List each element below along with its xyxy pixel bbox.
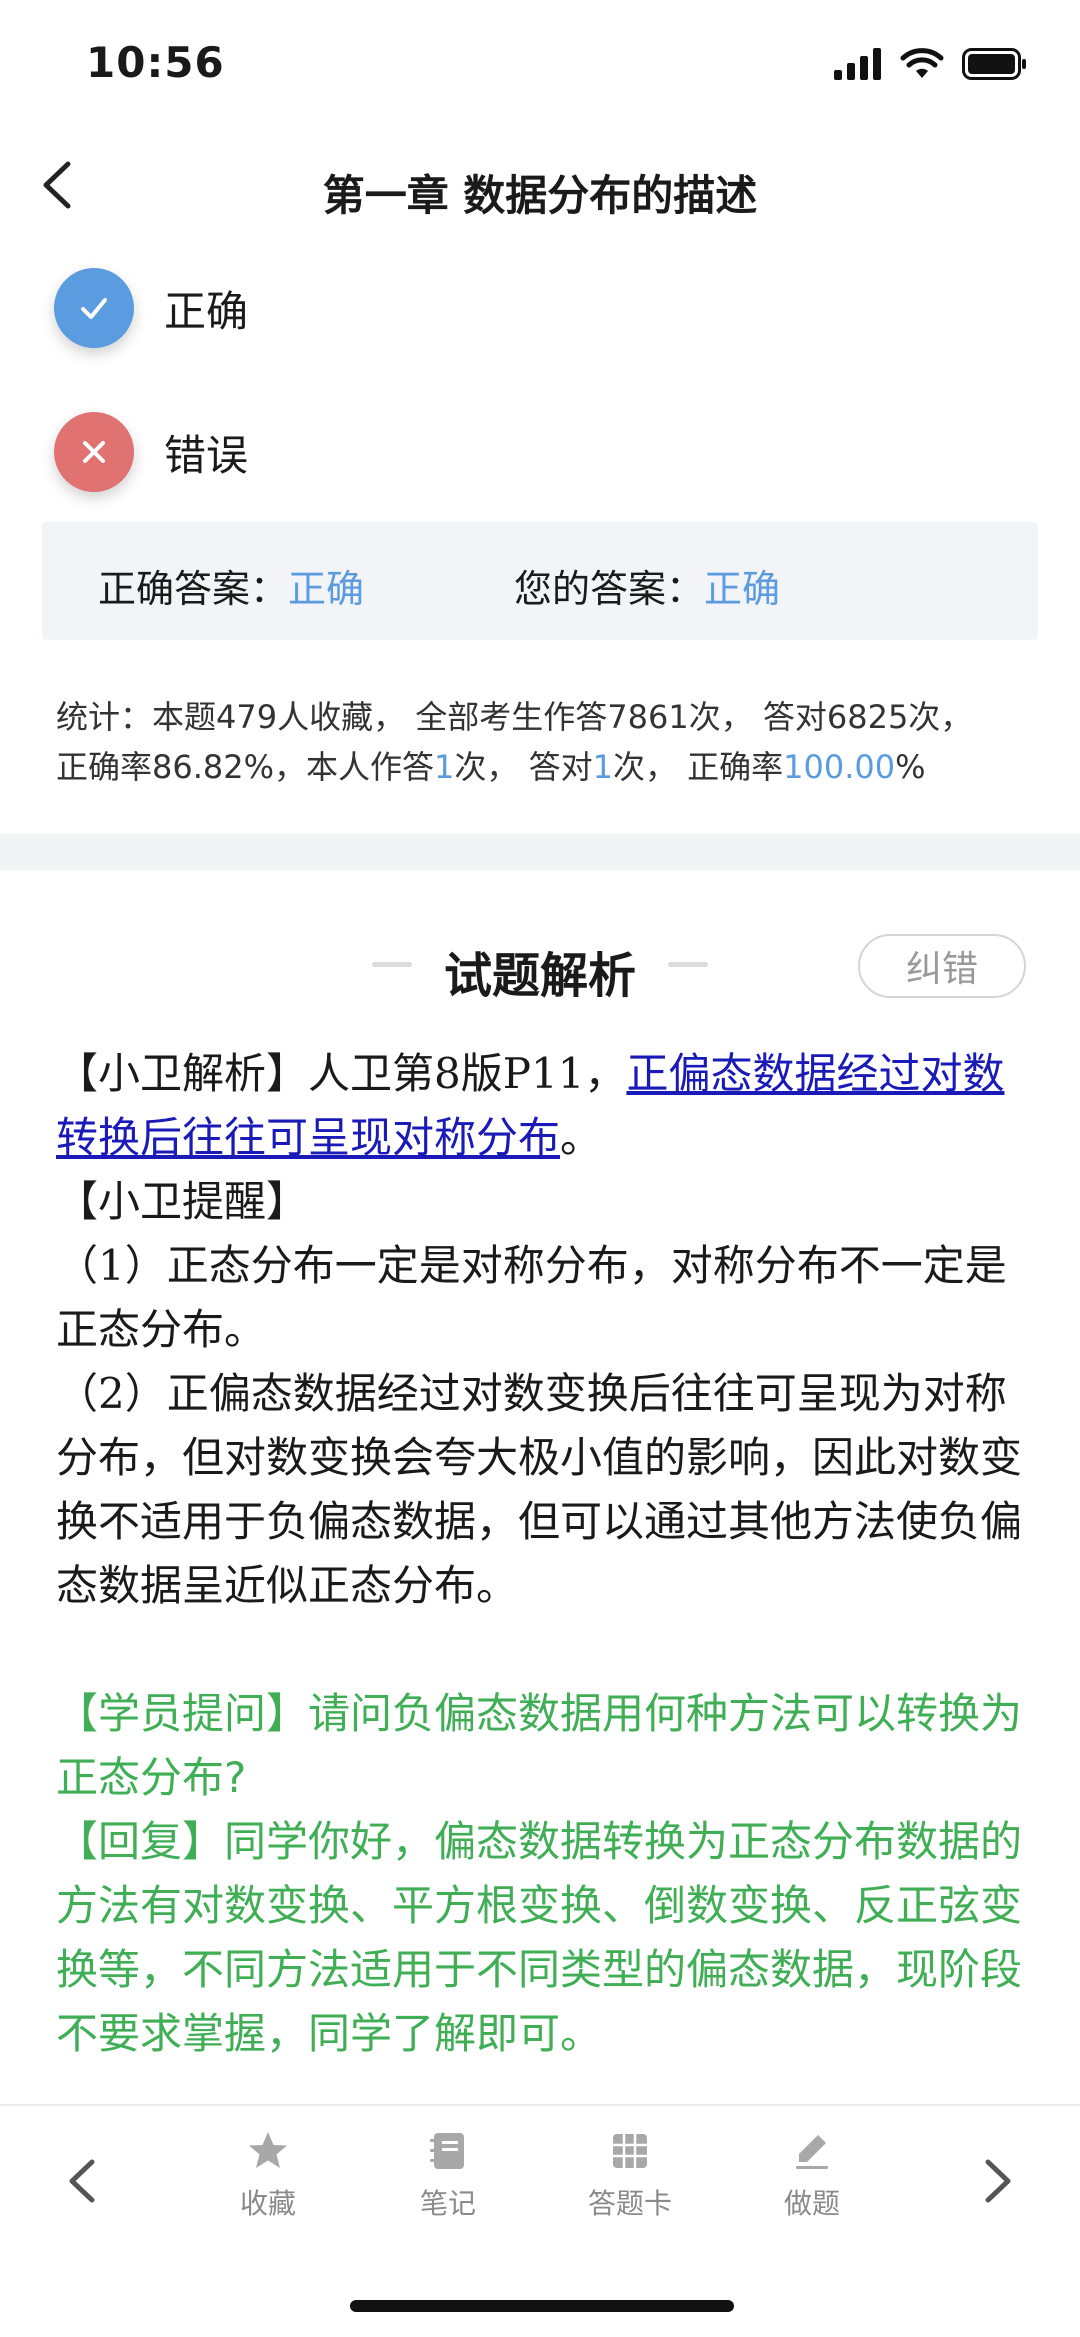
correct-answer-value: 正确 [288,567,365,611]
reminder-2: （2）正偏态数据经过对数变换后往往可呈现为对称分布，但对数变换会夸大极小值的影响… [56,1369,1023,1610]
title-dash-right [668,962,708,967]
stats-mid-1: 次， 答对 [454,748,593,786]
reminder-title: 【小卫提醒】 [56,1177,309,1226]
home-indicator [350,2300,734,2312]
wifi-icon [900,48,944,78]
stats-line-2: 正确率86.82%，本人作答1次， 答对1次， 正确率100.00% [56,742,1036,792]
option-correct[interactable]: 正确 [54,266,248,350]
chevron-right-icon [985,2159,1011,2203]
correct-answer: 正确答案：正确 [98,558,364,613]
my-attempts: 1 [434,748,455,786]
notebook-icon [378,2128,518,2174]
stats-mid-2: 次， 正确率 [612,748,784,786]
your-answer: 您的答案：正确 [514,558,780,613]
page-title: 第一章 数据分布的描述 [322,171,758,220]
x-circle-icon [54,412,134,492]
prev-question-button[interactable] [56,2146,116,2216]
grid-icon [560,2128,700,2174]
your-answer-label: 您的答案： [514,567,705,611]
pencil-icon [742,2128,882,2174]
tab-answer-sheet[interactable]: 答题卡 [560,2128,700,2222]
stats-suffix: % [895,748,926,786]
next-question-button[interactable] [966,2146,1026,2216]
tab-practice-label: 做题 [783,2187,840,2220]
chevron-left-icon [69,2159,95,2203]
answer-summary: 正确答案：正确 您的答案：正确 [42,522,1038,640]
analysis-suffix: 。 [560,1113,603,1162]
teacher-reply: 【回复】同学你好，偏态数据转换为正态分布数据的方法有对数变换、平方根变换、倒数变… [56,1817,1023,2058]
section-divider [0,834,1080,870]
tab-favorite[interactable]: 收藏 [198,2128,338,2222]
stats-rate-all: 正确率86.82%，本人作答 [56,748,435,786]
your-answer-value: 正确 [704,567,781,611]
analysis-prefix: 【小卫解析】人卫第8版P11， [56,1049,627,1098]
status-time: 10:56 [86,38,225,87]
analysis-content: 【小卫解析】人卫第8版P11，正偏态数据经过对数转换后往往可呈现对称分布。 【小… [56,1042,1024,2066]
option-correct-label: 正确 [164,286,249,336]
signal-icon [834,48,881,80]
battery-icon [962,48,1026,80]
stats-line-1: 统计：本题479人收藏， 全部考生作答7861次， 答对6825次， [56,698,973,736]
check-circle-icon [54,268,134,348]
analysis-paragraph: 【小卫解析】人卫第8版P11，正偏态数据经过对数转换后往往可呈现对称分布。 [56,1042,1024,1170]
my-rate: 100.00 [783,748,896,786]
tabbar-divider [0,2104,1080,2106]
reminder-1: （1）正态分布一定是对称分布，对称分布不一定是正态分布。 [56,1241,1007,1354]
correct-answer-label: 正确答案： [98,567,289,611]
tab-answer-sheet-label: 答题卡 [587,2187,672,2220]
status-icons [834,48,1028,80]
tab-notes-label: 笔记 [419,2187,476,2220]
check-icon [81,298,107,319]
statistics: 统计：本题479人收藏， 全部考生作答7861次， 答对6825次， 正确率86… [56,692,1036,792]
tab-favorite-label: 收藏 [239,2187,296,2220]
report-error-button[interactable]: 纠错 [858,934,1026,998]
close-icon [83,441,105,463]
star-icon [198,2128,338,2174]
tab-notes[interactable]: 笔记 [378,2128,518,2222]
option-wrong-label: 错误 [164,430,249,480]
tab-practice[interactable]: 做题 [742,2128,882,2222]
option-wrong[interactable]: 错误 [54,410,248,494]
my-correct: 1 [592,748,613,786]
student-question: 【学员提问】请问负偏态数据用何种方法可以转换为正态分布? [56,1689,1023,1802]
